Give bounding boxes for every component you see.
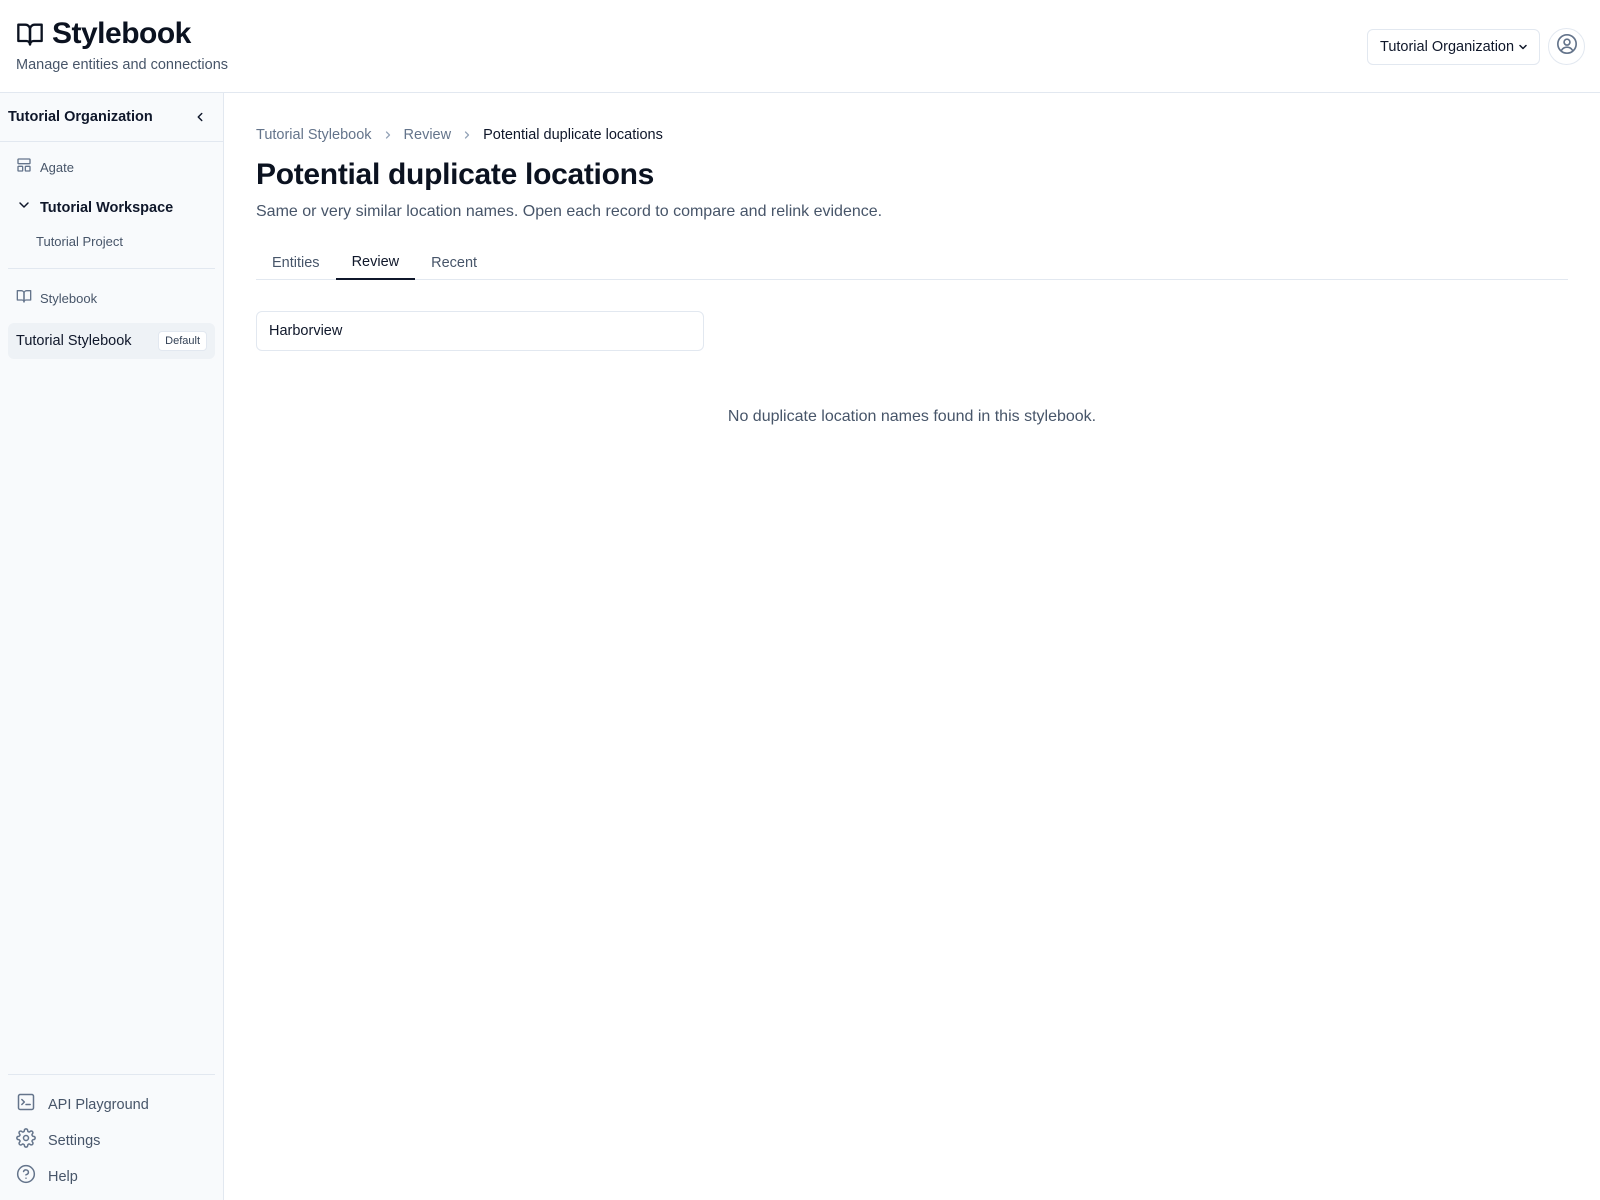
sidebar-item-project[interactable]: Tutorial Project bbox=[36, 234, 123, 249]
terminal-icon bbox=[16, 1092, 36, 1117]
user-circle-icon bbox=[1556, 33, 1578, 60]
breadcrumb-link[interactable]: Review bbox=[404, 127, 452, 143]
sidebar-item-label: Help bbox=[48, 1168, 78, 1185]
gear-icon bbox=[16, 1128, 36, 1153]
tab-recent[interactable]: Recent bbox=[415, 245, 493, 280]
sidebar-divider bbox=[8, 1074, 215, 1075]
breadcrumb-current: Potential duplicate locations bbox=[483, 127, 663, 143]
tab-review[interactable]: Review bbox=[335, 245, 416, 280]
sidebar-item-agate[interactable]: Agate bbox=[16, 157, 74, 178]
sidebar-org-header: Tutorial Organization bbox=[0, 93, 223, 142]
chevron-left-icon bbox=[197, 112, 203, 122]
collapse-sidebar-button[interactable] bbox=[191, 108, 209, 126]
empty-state-message: No duplicate location names found in thi… bbox=[727, 408, 1097, 425]
breadcrumb-link[interactable]: Tutorial Stylebook bbox=[256, 127, 372, 143]
layout-icon bbox=[16, 157, 32, 178]
book-open-icon bbox=[16, 20, 44, 48]
chevron-down-icon bbox=[16, 197, 32, 218]
sidebar-item-settings[interactable]: Settings bbox=[16, 1128, 100, 1153]
tab-bar: Entities Review Recent bbox=[256, 245, 1568, 280]
chevron-down-icon bbox=[1517, 41, 1529, 53]
sidebar: Tutorial Organization Agate Tutorial Wor… bbox=[0, 93, 224, 1200]
organization-select[interactable]: Tutorial Organization bbox=[1367, 29, 1540, 65]
default-badge: Default bbox=[158, 331, 207, 351]
app-subtitle: Manage entities and connections bbox=[16, 57, 229, 73]
help-circle-icon bbox=[16, 1164, 36, 1189]
book-open-icon bbox=[16, 288, 32, 309]
chevron-right-icon bbox=[461, 129, 473, 141]
sidebar-item-label: Settings bbox=[48, 1132, 101, 1149]
sidebar-org-label: Tutorial Organization bbox=[8, 109, 153, 125]
breadcrumb: Tutorial Stylebook Review Potential dupl… bbox=[256, 127, 663, 143]
brand: Stylebook bbox=[16, 16, 191, 52]
organization-select-value: Tutorial Organization bbox=[1380, 39, 1515, 55]
search-input[interactable] bbox=[256, 311, 704, 351]
sidebar-section-label: Stylebook bbox=[40, 291, 98, 306]
app-title: Stylebook bbox=[52, 17, 191, 50]
sidebar-divider bbox=[8, 268, 215, 269]
sidebar-item-label: Tutorial Stylebook bbox=[16, 333, 132, 349]
sidebar-item-label: Agate bbox=[40, 160, 74, 175]
sidebar-item-label: API Playground bbox=[48, 1096, 149, 1113]
sidebar-item-workspace[interactable]: Tutorial Workspace bbox=[16, 197, 173, 218]
chevron-right-icon bbox=[382, 129, 394, 141]
sidebar-item-api-playground[interactable]: API Playground bbox=[16, 1092, 149, 1117]
sidebar-section-stylebook: Stylebook bbox=[16, 288, 97, 309]
page-title: Potential duplicate locations bbox=[256, 158, 655, 191]
sidebar-item-tutorial-stylebook[interactable]: Tutorial Stylebook Default bbox=[8, 323, 215, 359]
main-content: Tutorial Stylebook Review Potential dupl… bbox=[224, 93, 1600, 1200]
tab-entities[interactable]: Entities bbox=[256, 245, 336, 280]
app-header: Stylebook Manage entities and connection… bbox=[0, 0, 1600, 93]
user-avatar-button[interactable] bbox=[1548, 28, 1585, 65]
page-description: Same or very similar location names. Ope… bbox=[256, 203, 883, 220]
sidebar-item-label: Tutorial Project bbox=[36, 234, 123, 249]
sidebar-item-help[interactable]: Help bbox=[16, 1164, 78, 1189]
sidebar-item-label: Tutorial Workspace bbox=[40, 199, 174, 216]
